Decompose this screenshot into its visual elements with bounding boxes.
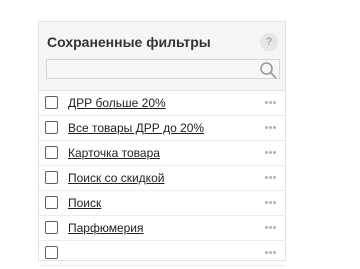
- search-box: [46, 59, 280, 79]
- more-icon[interactable]: [265, 226, 277, 234]
- search-input[interactable]: [47, 60, 257, 78]
- filter-list: ДРР больше 20% Все товары ДРР до 20% Кар…: [39, 91, 285, 266]
- filter-item: Карточка товара: [39, 141, 285, 166]
- filter-item: Поиск: [39, 191, 285, 216]
- filter-checkbox[interactable]: [45, 146, 58, 159]
- saved-filters-panel: Сохраненные фильтры ? ДРР больше 20% Все…: [38, 21, 286, 266]
- filter-checkbox[interactable]: [45, 96, 58, 109]
- filter-checkbox[interactable]: [45, 196, 58, 209]
- filter-item: Парфюмерия: [39, 216, 285, 241]
- more-icon[interactable]: [265, 151, 277, 159]
- filter-link[interactable]: Парфюмерия: [68, 221, 144, 235]
- more-icon[interactable]: [265, 126, 277, 134]
- filter-item: ДРР больше 20%: [39, 91, 285, 116]
- filter-link[interactable]: Поиск со скидкой: [68, 171, 164, 185]
- panel-header: Сохраненные фильтры ?: [39, 22, 285, 91]
- search-icon[interactable]: [259, 61, 277, 79]
- filter-checkbox[interactable]: [45, 221, 58, 234]
- panel-title: Сохраненные фильтры: [47, 34, 211, 50]
- filter-checkbox[interactable]: [45, 121, 58, 134]
- filter-link[interactable]: Все товары ДРР до 20%: [68, 121, 204, 135]
- more-icon[interactable]: [265, 101, 277, 109]
- filter-item: [39, 241, 285, 266]
- filter-item: Поиск со скидкой: [39, 166, 285, 191]
- filter-checkbox[interactable]: [45, 171, 58, 184]
- filter-link[interactable]: ДРР больше 20%: [68, 96, 166, 110]
- filter-link[interactable]: Поиск: [68, 196, 101, 210]
- filter-item: Все товары ДРР до 20%: [39, 116, 285, 141]
- more-icon[interactable]: [265, 176, 277, 184]
- more-icon[interactable]: [265, 251, 277, 259]
- more-icon[interactable]: [265, 201, 277, 209]
- help-icon[interactable]: ?: [260, 33, 278, 51]
- filter-link[interactable]: Карточка товара: [68, 146, 160, 160]
- filter-checkbox[interactable]: [45, 246, 58, 259]
